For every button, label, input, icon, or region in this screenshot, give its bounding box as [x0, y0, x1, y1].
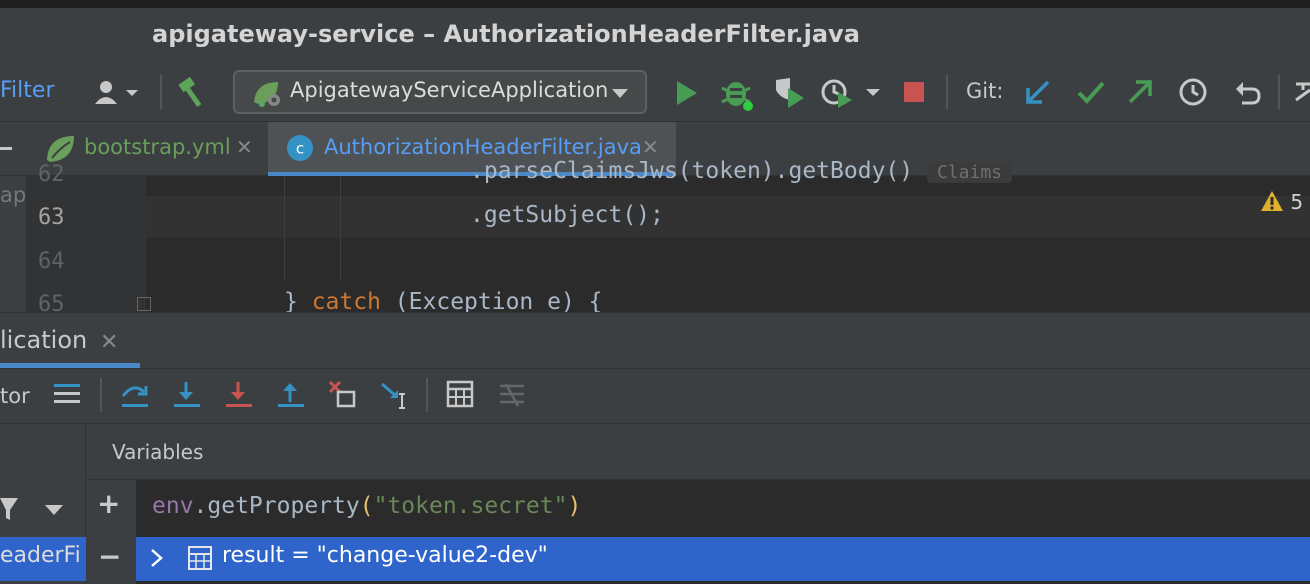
chevron-down-icon	[610, 86, 630, 105]
code-line[interactable]: .parseClaimsJws(token).getBody() Claims	[470, 158, 1012, 184]
fold-marker-icon[interactable]	[137, 297, 151, 311]
line-number: 62	[38, 162, 65, 187]
trace-current-stream-icon	[498, 382, 526, 412]
debug-tool-window-header	[0, 312, 1310, 368]
expr-paren: )	[567, 493, 582, 519]
git-push-icon[interactable]	[1126, 78, 1154, 110]
tab-bootstrap-label[interactable]: bootstrap.yml	[84, 135, 231, 159]
filter-icon[interactable]	[0, 496, 20, 526]
show-frames-icon[interactable]	[54, 382, 82, 410]
warning-icon	[1261, 191, 1283, 211]
stop-icon[interactable]	[904, 82, 924, 106]
frame-label: eaderFi	[0, 543, 81, 568]
translate-icon[interactable]	[1294, 80, 1310, 108]
warning-count: 5	[1290, 190, 1304, 214]
expr-object: env	[152, 493, 194, 519]
code-text: .parseClaimsJws(token).getBody()	[470, 158, 914, 184]
current-line-highlight	[146, 196, 1310, 238]
toolbar-separator	[100, 378, 102, 412]
debug-icon[interactable]	[720, 74, 756, 116]
git-commit-icon[interactable]	[1076, 78, 1106, 110]
coverage-icon[interactable]	[772, 76, 808, 114]
toolbar-separator	[1278, 75, 1280, 109]
class-c-icon: c	[286, 134, 314, 166]
close-icon[interactable]: ✕	[100, 330, 118, 355]
close-icon[interactable]: ✕	[642, 135, 659, 159]
build-hammer-icon[interactable]	[176, 76, 210, 112]
breadcrumb[interactable]: Filter	[0, 78, 54, 103]
git-label: Git:	[966, 79, 1004, 103]
spring-boot-icon	[250, 78, 284, 112]
drop-frame-icon[interactable]	[328, 380, 358, 414]
inlay-type-hint: Claims	[926, 162, 1012, 183]
force-step-into-icon[interactable]	[224, 380, 254, 414]
expr-paren: (	[359, 493, 374, 519]
code-text: .getSubject();	[470, 202, 664, 228]
toolbar-separator	[160, 75, 162, 109]
chevron-right-icon[interactable]	[150, 548, 164, 572]
warnings-indicator[interactable]: 5	[1260, 190, 1303, 214]
result-value: result = "change-value2-dev"	[222, 543, 548, 568]
chevron-down-icon[interactable]	[44, 502, 64, 521]
run-icon[interactable]	[672, 78, 700, 112]
svg-text:c: c	[296, 140, 304, 158]
user-icon[interactable]	[92, 78, 146, 112]
rollback-icon[interactable]	[1232, 77, 1262, 111]
collapse-icon[interactable]	[0, 147, 12, 150]
run-configuration-label: ApigatewayServiceApplication	[290, 78, 609, 102]
history-icon[interactable]	[1178, 77, 1208, 111]
code-line[interactable]: .getSubject();	[470, 202, 664, 228]
indent-guide	[284, 176, 285, 280]
toolbar-separator	[426, 378, 428, 412]
line-number: 63	[38, 205, 65, 230]
step-out-icon[interactable]	[276, 380, 306, 414]
remove-watch-button[interactable]: −	[98, 540, 121, 573]
run-to-cursor-icon[interactable]	[380, 380, 412, 414]
window-title: apigateway-service – AuthorizationHeader…	[152, 20, 860, 48]
add-watch-button[interactable]: +	[97, 487, 120, 520]
line-number: 64	[38, 249, 65, 274]
evaluate-result-icon	[188, 546, 212, 574]
expr-string: "token.secret"	[373, 493, 568, 519]
close-icon[interactable]: ✕	[236, 135, 253, 159]
step-into-icon[interactable]	[172, 380, 202, 414]
variables-header	[86, 424, 1310, 480]
step-over-icon[interactable]	[120, 380, 150, 414]
toolbar-separator	[946, 75, 948, 109]
indent-guide	[340, 176, 341, 280]
debugger-tab[interactable]: tor	[0, 384, 30, 408]
variables-title: Variables	[112, 440, 204, 464]
evaluate-expression-icon[interactable]	[446, 380, 474, 412]
git-update-icon[interactable]	[1024, 78, 1052, 110]
watch-expression[interactable]: env.getProperty("token.secret")	[152, 493, 581, 519]
expr-method: .getProperty	[193, 493, 360, 519]
profile-icon[interactable]	[820, 76, 886, 114]
debug-session-tab[interactable]: lication	[0, 326, 87, 354]
tab-authorizationheaderfilter-label[interactable]: AuthorizationHeaderFilter.java	[324, 135, 642, 159]
